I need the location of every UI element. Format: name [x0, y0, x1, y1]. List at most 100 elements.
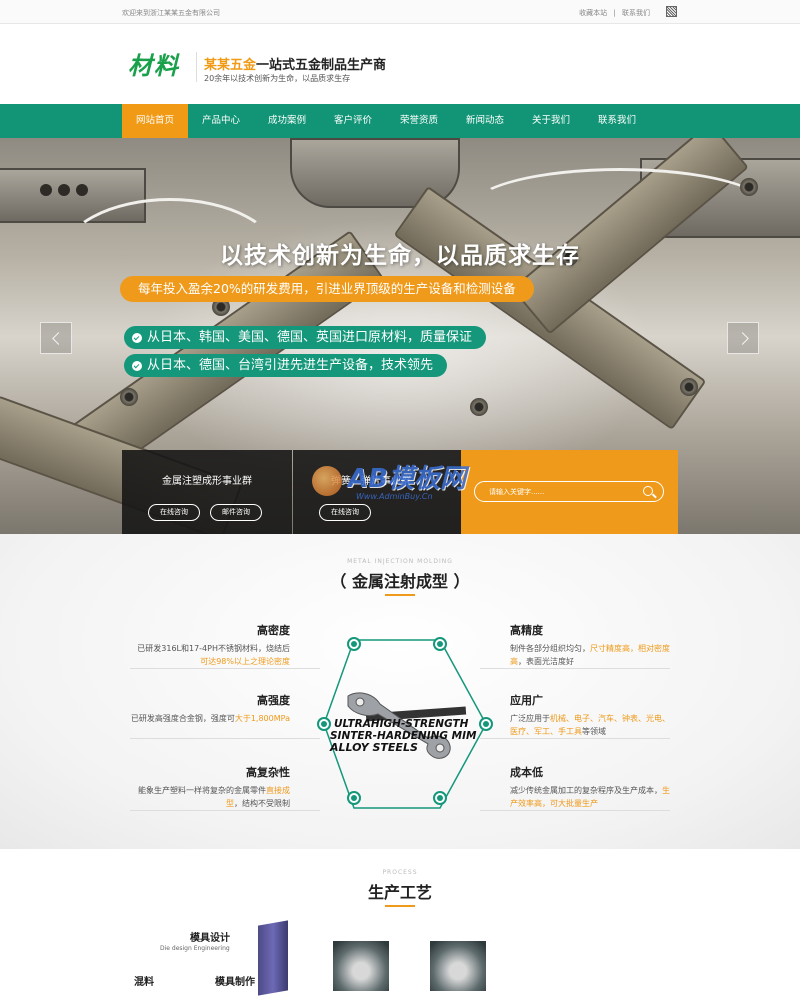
feature-desc: 已研发316L和17-4PH不锈钢材料，烧结后可达98%以上之理论密度 — [130, 642, 290, 668]
watermark-main: AB模板网 — [348, 464, 466, 494]
feature-line — [130, 738, 320, 739]
process-step-mold-making: 模具制作 — [215, 977, 255, 988]
online-consult-button[interactable]: 在线咨询 — [148, 504, 200, 521]
process-section: PROCESS 生产工艺 模具设计 Die design Engineering… — [0, 849, 800, 996]
nav-item-news[interactable]: 新闻动态 — [452, 104, 518, 138]
turbine-image-2 — [430, 941, 486, 991]
hexagon-node — [317, 717, 331, 731]
next-slide-arrow-icon[interactable] — [727, 322, 759, 354]
feature-desc: 减少传统金属加工的复杂程序及生产成本，生产效率高，可大批量生产 — [510, 784, 670, 810]
mim-section: METAL INJECTION MOLDING （ 金属注射成型 ） 高密度 已… — [0, 534, 800, 849]
section-title: （ 金属注射成型 ） — [330, 572, 470, 591]
machine-holes — [40, 184, 88, 196]
brand-subtitle: 20余年以技术创新为生命，以品质求生存 — [204, 74, 351, 83]
desc-text: 减少传统金属加工的复杂程序及生产成本， — [510, 786, 662, 795]
feature-desc: 已研发高强度合金钢，强度可大于1,800MPa — [130, 712, 290, 725]
feature-line — [130, 668, 320, 669]
desc-text: 广泛应用于 — [510, 714, 550, 723]
mim-group-title: 金属注塑成形事业群 — [162, 476, 252, 487]
watermark-url: Www.AdminBuy.Cn — [356, 492, 433, 501]
section-eng-title: PROCESS — [382, 869, 418, 876]
watermark-logo: AB模板网 Www.AdminBuy.Cn — [310, 456, 510, 510]
main-nav: 网站首页 产品中心 成功案例 客户评价 荣誉资质 新闻动态 关于我们 联系我们 — [0, 104, 800, 138]
nav-item-home[interactable]: 网站首页 — [122, 104, 188, 138]
welcome-text: 欢迎来到浙江某某五金有限公司 — [122, 9, 220, 17]
feature-low-cost: 成本低 减少传统金属加工的复杂程序及生产成本，生产效率高，可大批量生产 — [510, 764, 670, 810]
feature-line — [480, 810, 670, 811]
turbine-image-1 — [333, 941, 389, 991]
desc-highlight: 可达98%以上之理论密度 — [200, 657, 290, 666]
banner-orange-pill: 每年投入盈余20%的研发费用，引进业界顶级的生产设备和检测设备 — [120, 276, 534, 302]
feature-line — [480, 738, 670, 739]
feature-heading: 高强度 — [257, 694, 290, 707]
machine-bolt — [680, 378, 698, 396]
check-icon — [132, 360, 142, 371]
search-icon[interactable] — [643, 486, 653, 496]
feature-heading: 高密度 — [257, 624, 290, 637]
green-pill-text: 从日本、韩国、美国、德国、英国进口原材料，质量保证 — [147, 330, 473, 345]
feature-heading: 应用广 — [510, 694, 543, 707]
prev-slide-arrow-icon[interactable] — [40, 322, 72, 354]
banner-green-pill-1: 从日本、韩国、美国、德国、英国进口原材料，质量保证 — [124, 326, 487, 349]
feature-desc: 能象生产塑料一样将复杂的金属零件直接成型，结构不受限制 — [130, 784, 290, 810]
feature-heading: 高复杂性 — [246, 766, 290, 779]
feature-heading: 成本低 — [510, 766, 543, 779]
nav-item-about[interactable]: 关于我们 — [518, 104, 584, 138]
desc-text: 制件各部分组织均匀， — [510, 644, 590, 653]
section-underline — [385, 594, 415, 596]
top-bar: 欢迎来到浙江某某五金有限公司 收藏本站 | 联系我们 — [0, 0, 800, 24]
machine-bolt — [470, 398, 488, 416]
alloy-text-1: ULTRAHIGH-STRENGTH — [334, 718, 469, 730]
site-header: 材料 某某五金一站式五金制品生产商 20余年以技术创新为生命，以品质求生存 — [0, 24, 800, 104]
feature-high-density: 高密度 已研发316L和17-4PH不锈钢材料，烧结后可达98%以上之理论密度 — [130, 622, 290, 668]
nav-item-cases[interactable]: 成功案例 — [254, 104, 320, 138]
email-consult-button[interactable]: 邮件咨询 — [210, 504, 262, 521]
nav-item-contact[interactable]: 联系我们 — [584, 104, 650, 138]
alloy-text-3: ALLOY STEELS — [330, 741, 418, 754]
desc-text: 已研发316L和17-4PH不锈钢材料，烧结后 — [137, 644, 290, 653]
bookmark-link[interactable]: 收藏本站 — [579, 9, 607, 17]
feature-high-precision: 高精度 制件各部分组织均匀，尺寸精度高，相对密度高，表面光洁度好 — [510, 622, 670, 668]
banner-green-pill-2: 从日本、德国、台湾引进先进生产设备，技术领先 — [124, 354, 448, 377]
hexagon-node — [479, 717, 493, 731]
feature-line — [130, 810, 320, 811]
section-title: 生产工艺 — [367, 883, 432, 902]
process-step-mixing: 混料 — [134, 977, 154, 988]
qr-code-icon[interactable] — [666, 6, 677, 17]
check-icon — [132, 332, 142, 343]
hero-banner: 以技术创新为生命，以品质求生存 每年投入盈余20%的研发费用，引进业界顶级的生产… — [0, 138, 800, 536]
feature-high-complexity: 高复杂性 能象生产塑料一样将复杂的金属零件直接成型，结构不受限制 — [130, 764, 290, 810]
nav-item-reviews[interactable]: 客户评价 — [320, 104, 386, 138]
mim-group-box: 金属注塑成形事业群 在线咨询 邮件咨询 — [122, 450, 292, 536]
brand-tagline: 一站式五金制品生产商 — [256, 58, 387, 73]
feature-heading: 高精度 — [510, 624, 543, 637]
contact-link[interactable]: 联系我们 — [622, 9, 650, 17]
banner-headline: 以技术创新为生命，以品质求生存 — [220, 243, 580, 269]
process-step-mold-design: 模具设计 — [190, 933, 230, 944]
desc-text: 能象生产塑料一样将复杂的金属零件 — [138, 786, 266, 795]
logo-divider — [196, 52, 197, 82]
hexagon-node — [347, 637, 361, 651]
desc-text: ，表面光洁度好 — [518, 657, 574, 666]
hexagon-node — [433, 791, 447, 805]
section-eng-title: METAL INJECTION MOLDING — [347, 558, 453, 565]
green-pill-text: 从日本、德国、台湾引进先进生产设备，技术领先 — [147, 358, 434, 373]
site-logo[interactable]: 材料 — [128, 46, 188, 80]
hexagon-node — [433, 637, 447, 651]
process-step-en: Die design Engineering — [160, 945, 230, 952]
feature-line — [480, 668, 670, 669]
brand-title: 某某五金一站式五金制品生产商 — [204, 54, 386, 73]
nav-item-honors[interactable]: 荣誉资质 — [386, 104, 452, 138]
machine-bolt — [120, 388, 138, 406]
desc-highlight: 大于1,800MPa — [234, 714, 290, 723]
machine-bolt — [740, 178, 758, 196]
hexagon-node — [347, 791, 361, 805]
desc-text: 等领域 — [582, 727, 606, 736]
top-divider: | — [613, 9, 616, 17]
feature-desc: 广泛应用于机械、电子、汽车、钟表、光电、医疗、军工、手工具等领域 — [510, 712, 670, 738]
process-prism-graphic — [258, 920, 288, 996]
brand-name: 某某五金 — [204, 58, 257, 73]
watermark-emblem-icon — [312, 466, 342, 496]
desc-text: 已研发高强度合金钢，强度可 — [130, 714, 235, 723]
nav-item-products[interactable]: 产品中心 — [188, 104, 254, 138]
